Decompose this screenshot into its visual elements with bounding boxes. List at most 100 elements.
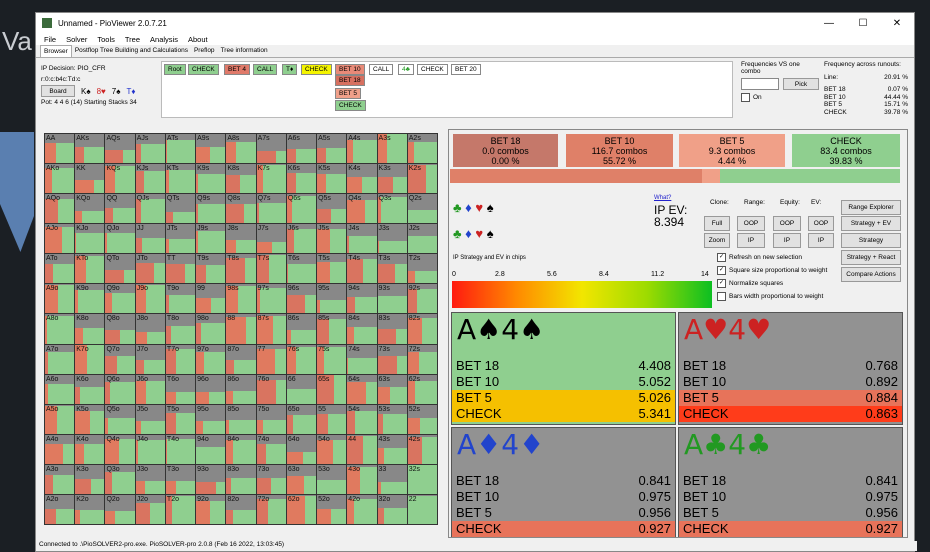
hand-cell[interactable]: QJs bbox=[136, 194, 165, 223]
hand-cell[interactable]: 42o bbox=[347, 495, 376, 524]
action-summary-check[interactable]: CHECK83.4 combos39.83 % bbox=[792, 134, 900, 167]
hand-cell[interactable]: K8o bbox=[75, 314, 104, 343]
hand-cell[interactable]: 98s bbox=[226, 284, 255, 313]
ev-oop-button[interactable]: OOP bbox=[808, 216, 834, 231]
ev-ip-button[interactable]: IP bbox=[808, 233, 834, 248]
hand-cell[interactable]: AQo bbox=[45, 194, 74, 223]
hand-cell[interactable]: 54s bbox=[347, 405, 376, 434]
hand-cell[interactable]: T9o bbox=[166, 284, 195, 313]
hand-cell[interactable]: K9s bbox=[196, 164, 225, 193]
hand-cell[interactable]: K2s bbox=[408, 164, 437, 193]
range-explorer-button[interactable]: Range Explorer bbox=[841, 200, 901, 215]
hand-cell[interactable]: Q2s bbox=[408, 194, 437, 223]
action-summary-bet5[interactable]: BET 59.3 combos4.44 % bbox=[679, 134, 785, 167]
menu-tree[interactable]: Tree bbox=[125, 35, 140, 44]
range-ip-button[interactable]: IP bbox=[737, 233, 765, 248]
hand-cell[interactable]: K3s bbox=[378, 164, 407, 193]
spade-icon[interactable]: ♠ bbox=[487, 226, 494, 241]
hand-cell[interactable]: KTs bbox=[166, 164, 195, 193]
hand-cell[interactable]: Q3s bbox=[378, 194, 407, 223]
hand-cell[interactable]: 75o bbox=[257, 405, 286, 434]
hand-cell[interactable]: 83o bbox=[226, 465, 255, 494]
hand-cell[interactable]: 96s bbox=[287, 284, 316, 313]
hand-cell[interactable]: J5s bbox=[317, 224, 346, 253]
hand-cell[interactable]: JTo bbox=[136, 254, 165, 283]
hand-cell[interactable]: 97s bbox=[257, 284, 286, 313]
hand-cell[interactable]: T6o bbox=[166, 375, 195, 404]
hand-cell[interactable]: 95s bbox=[317, 284, 346, 313]
hand-cell[interactable]: K4o bbox=[75, 435, 104, 464]
hand-cell[interactable]: 66 bbox=[287, 375, 316, 404]
hand-cell[interactable]: 96o bbox=[196, 375, 225, 404]
hand-cell[interactable]: J3o bbox=[136, 465, 165, 494]
hand-cell[interactable]: A7s bbox=[257, 134, 286, 163]
hand-cell[interactable]: 94o bbox=[196, 435, 225, 464]
hand-cell[interactable]: J8o bbox=[136, 314, 165, 343]
hand-cell[interactable]: J4s bbox=[347, 224, 376, 253]
hand-cell[interactable]: QJo bbox=[105, 224, 134, 253]
hand-cell[interactable]: 83s bbox=[378, 314, 407, 343]
hand-cell[interactable]: KTo bbox=[75, 254, 104, 283]
hand-cell[interactable]: 77 bbox=[257, 345, 286, 374]
club-icon[interactable]: ♣ bbox=[453, 200, 462, 215]
hand-cell[interactable]: Q6o bbox=[105, 375, 134, 404]
hand-cell[interactable]: 82o bbox=[226, 495, 255, 524]
hand-cell[interactable]: 52s bbox=[408, 405, 437, 434]
hand-cell[interactable]: K5s bbox=[317, 164, 346, 193]
hand-cell[interactable]: 87s bbox=[257, 314, 286, 343]
hand-cell[interactable]: AA bbox=[45, 134, 74, 163]
combo-panel-as4s[interactable]: A♠4♠ BET 184.408 BET 105.052 BET 55.026 … bbox=[451, 312, 676, 425]
combo-panel-ac4c[interactable]: A♣4♣ BET 180.841 BET 100.975 BET 50.956 … bbox=[678, 427, 903, 537]
hand-cell[interactable]: A5s bbox=[317, 134, 346, 163]
hand-cell[interactable]: Q2o bbox=[105, 495, 134, 524]
hand-cell[interactable]: 74s bbox=[347, 345, 376, 374]
hand-cell[interactable]: A9o bbox=[45, 284, 74, 313]
hand-cell[interactable]: K2o bbox=[75, 495, 104, 524]
hand-cell[interactable]: Q7o bbox=[105, 345, 134, 374]
hand-cell[interactable]: 42s bbox=[408, 435, 437, 464]
hand-cell[interactable]: TT bbox=[166, 254, 195, 283]
hand-cell[interactable]: Q9o bbox=[105, 284, 134, 313]
hand-cell[interactable]: 63o bbox=[287, 465, 316, 494]
hand-cell[interactable]: 84s bbox=[347, 314, 376, 343]
hand-cell[interactable]: 53s bbox=[378, 405, 407, 434]
hand-cell[interactable]: 22 bbox=[408, 495, 437, 524]
hand-cell[interactable]: K7o bbox=[75, 345, 104, 374]
hand-cell[interactable]: ATo bbox=[45, 254, 74, 283]
hand-cell[interactable]: 32s bbox=[408, 465, 437, 494]
hand-cell[interactable]: 75s bbox=[317, 345, 346, 374]
tree-node-check-turn[interactable]: CHECK bbox=[301, 64, 332, 75]
hand-cell[interactable]: 54o bbox=[317, 435, 346, 464]
tree-node-call[interactable]: CALL bbox=[253, 64, 277, 75]
tab-tree-information[interactable]: Tree information bbox=[218, 45, 271, 57]
hand-cell[interactable]: J9o bbox=[136, 284, 165, 313]
strategy-button[interactable]: Strategy bbox=[841, 233, 901, 248]
menu-about[interactable]: About bbox=[188, 35, 208, 44]
hand-cell[interactable]: KJs bbox=[136, 164, 165, 193]
hand-cell[interactable]: KQs bbox=[105, 164, 134, 193]
tree-node-check[interactable]: CHECK bbox=[188, 64, 219, 75]
menu-solver[interactable]: Solver bbox=[66, 35, 87, 44]
hand-cell[interactable]: 32o bbox=[378, 495, 407, 524]
hand-cell[interactable]: A3o bbox=[45, 465, 74, 494]
hand-cell[interactable]: 74o bbox=[257, 435, 286, 464]
hand-cell[interactable]: 85o bbox=[226, 405, 255, 434]
refresh-checkbox[interactable]: ✓ bbox=[717, 253, 726, 262]
hand-cell[interactable]: 76s bbox=[287, 345, 316, 374]
hand-cell[interactable]: A9s bbox=[196, 134, 225, 163]
hand-cell[interactable]: K6s bbox=[287, 164, 316, 193]
hand-cell[interactable]: T8o bbox=[166, 314, 195, 343]
minimize-button[interactable]: — bbox=[812, 13, 846, 33]
hand-cell[interactable]: A6o bbox=[45, 375, 74, 404]
hand-cell[interactable]: KK bbox=[75, 164, 104, 193]
board-button[interactable]: Board bbox=[41, 85, 75, 97]
hand-cell[interactable]: A8o bbox=[45, 314, 74, 343]
hand-cell[interactable]: JJ bbox=[136, 224, 165, 253]
hand-cell[interactable]: 85s bbox=[317, 314, 346, 343]
hand-cell[interactable]: 62s bbox=[408, 375, 437, 404]
hand-cell[interactable]: 53o bbox=[317, 465, 346, 494]
hand-cell[interactable]: J2s bbox=[408, 224, 437, 253]
hand-cell[interactable]: 43s bbox=[378, 435, 407, 464]
hand-cell[interactable]: 86o bbox=[226, 375, 255, 404]
hand-cell[interactable]: 73s bbox=[378, 345, 407, 374]
